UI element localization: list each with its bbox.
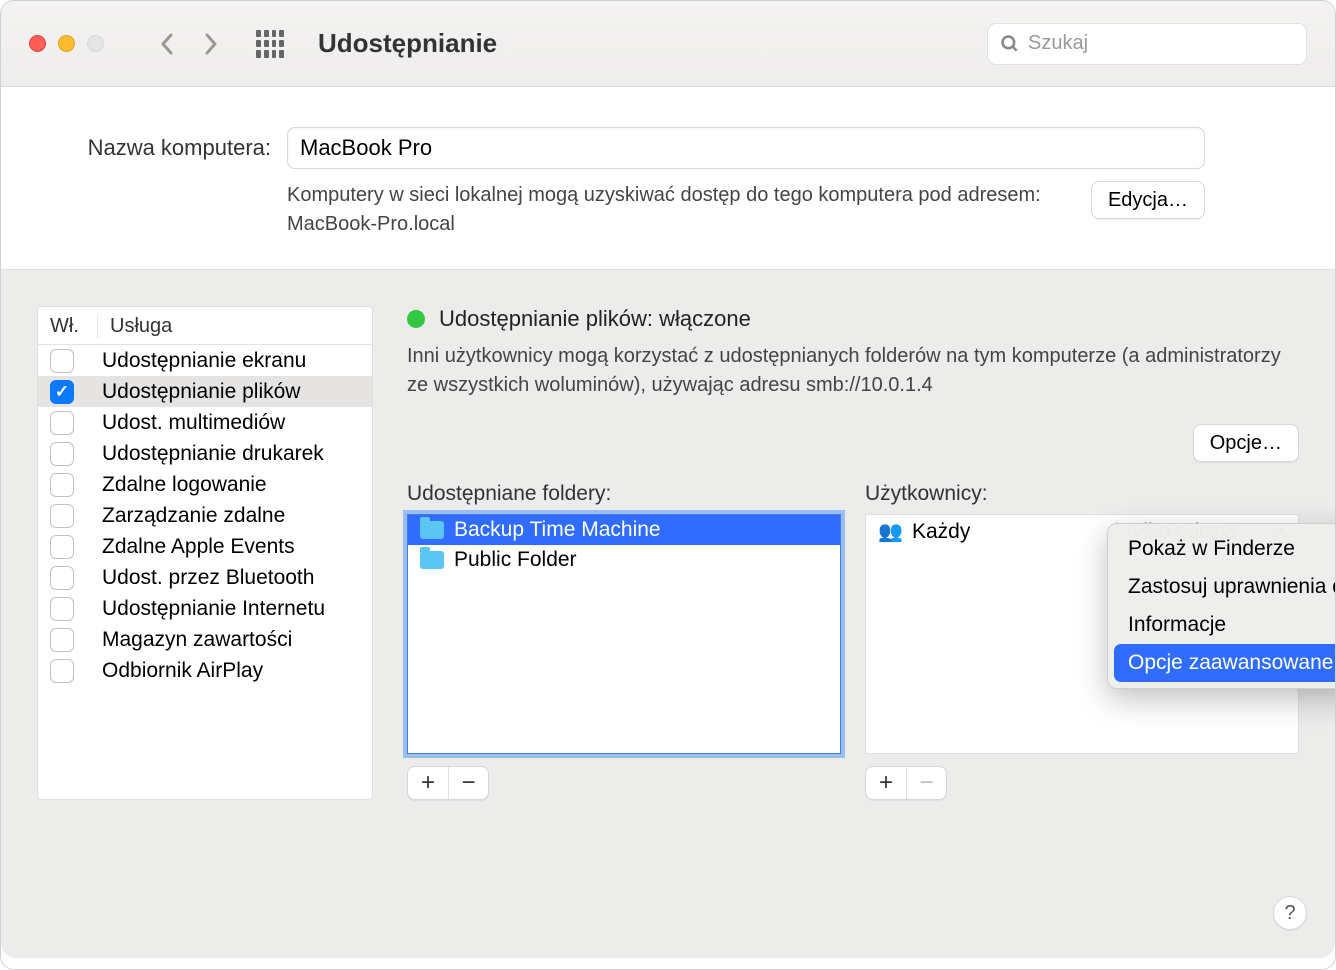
folder-icon bbox=[420, 521, 444, 539]
context-menu-item[interactable]: Informacje bbox=[1114, 606, 1336, 644]
folder-name: Backup Time Machine bbox=[454, 518, 661, 542]
service-checkbox[interactable] bbox=[50, 628, 74, 652]
service-row[interactable]: Udostępnianie ekranu bbox=[38, 345, 372, 376]
status-description: Inni użytkownicy mogą korzystać z udostę… bbox=[407, 342, 1299, 400]
main-content: Wł. Usługa Udostępnianie ekranu Udostępni… bbox=[1, 270, 1335, 828]
shared-folders-label: Udostępniane foldery: bbox=[407, 482, 841, 506]
help-button[interactable]: ? bbox=[1273, 896, 1307, 930]
edit-hostname-button[interactable]: Edycja… bbox=[1091, 181, 1205, 219]
search-icon bbox=[1000, 34, 1020, 54]
shared-folders-list[interactable]: Backup Time Machine Public Folder bbox=[407, 514, 841, 754]
service-label: Odbiornik AirPlay bbox=[102, 659, 263, 683]
service-row[interactable]: Udostępnianie plików bbox=[38, 376, 372, 407]
add-user-button[interactable]: + bbox=[866, 767, 906, 799]
service-label: Magazyn zawartości bbox=[102, 628, 292, 652]
service-row[interactable]: Udost. przez Bluetooth bbox=[38, 562, 372, 593]
page-title: Udostępnianie bbox=[318, 28, 497, 59]
context-menu-item[interactable]: Opcje zaawansowane… bbox=[1114, 644, 1336, 682]
status-indicator-icon bbox=[407, 310, 425, 328]
search-input[interactable] bbox=[1028, 32, 1294, 55]
folder-icon bbox=[420, 551, 444, 569]
remove-folder-button[interactable]: − bbox=[448, 767, 488, 799]
options-button[interactable]: Opcje… bbox=[1193, 424, 1299, 462]
service-checkbox[interactable] bbox=[50, 442, 74, 466]
service-label: Udostępnianie Internetu bbox=[102, 597, 325, 621]
service-row[interactable]: Zdalne logowanie bbox=[38, 469, 372, 500]
service-label: Zdalne Apple Events bbox=[102, 535, 295, 559]
bottom-area: ? bbox=[1, 828, 1335, 958]
services-header: Wł. Usługa bbox=[38, 307, 372, 345]
service-label: Udostępnianie plików bbox=[102, 380, 300, 404]
service-row[interactable]: Odbiornik AirPlay bbox=[38, 655, 372, 686]
users-label: Użytkownicy: bbox=[865, 482, 1299, 506]
service-row[interactable]: Udostępnianie drukarek bbox=[38, 438, 372, 469]
service-row[interactable]: Udostępnianie Internetu bbox=[38, 593, 372, 624]
forward-button[interactable] bbox=[194, 25, 228, 63]
service-row[interactable]: Magazyn zawartości bbox=[38, 624, 372, 655]
sharing-preferences-window: Udostępnianie Nazwa komputera: Komputery… bbox=[0, 0, 1336, 970]
people-icon: 👥 bbox=[878, 519, 902, 544]
service-label: Udost. przez Bluetooth bbox=[102, 566, 314, 590]
service-checkbox[interactable] bbox=[50, 504, 74, 528]
services-table: Wł. Usługa Udostępnianie ekranu Udostępni… bbox=[37, 306, 373, 800]
service-row[interactable]: Udost. multimediów bbox=[38, 407, 372, 438]
computer-name-label: Nazwa komputera: bbox=[71, 135, 271, 161]
show-all-button[interactable] bbox=[256, 30, 284, 58]
window-controls bbox=[29, 35, 104, 52]
service-checkbox[interactable] bbox=[50, 349, 74, 373]
folders-plusminus: + − bbox=[407, 766, 489, 800]
services-header-name: Usługa bbox=[98, 315, 172, 338]
add-folder-button[interactable]: + bbox=[408, 767, 448, 799]
context-menu-item[interactable]: Pokaż w Finderze bbox=[1114, 530, 1336, 568]
service-detail: Udostępnianie plików: włączone Inni użyt… bbox=[407, 306, 1299, 800]
user-name: Każdy bbox=[912, 520, 970, 544]
shared-folder-row[interactable]: Backup Time Machine bbox=[408, 515, 840, 545]
service-label: Udost. multimediów bbox=[102, 411, 285, 435]
status-title: Udostępnianie plików: włączone bbox=[439, 306, 751, 332]
computer-name-section: Nazwa komputera: Komputery w sieci lokal… bbox=[1, 87, 1335, 270]
back-button[interactable] bbox=[150, 25, 184, 63]
service-label: Zarządzanie zdalne bbox=[102, 504, 285, 528]
close-window-button[interactable] bbox=[29, 35, 46, 52]
service-checkbox[interactable] bbox=[50, 411, 74, 435]
titlebar: Udostępnianie bbox=[1, 1, 1335, 87]
computer-name-description: Komputery w sieci lokalnej mogą uzyskiwa… bbox=[287, 181, 1075, 239]
services-header-on: Wł. bbox=[50, 315, 98, 338]
minimize-window-button[interactable] bbox=[58, 35, 75, 52]
service-row[interactable]: Zdalne Apple Events bbox=[38, 531, 372, 562]
service-checkbox[interactable] bbox=[50, 473, 74, 497]
service-checkbox[interactable] bbox=[50, 380, 74, 404]
service-checkbox[interactable] bbox=[50, 566, 74, 590]
service-checkbox[interactable] bbox=[50, 659, 74, 683]
zoom-window-button[interactable] bbox=[87, 35, 104, 52]
computer-name-input[interactable] bbox=[287, 127, 1205, 169]
context-menu: Pokaż w FinderzeZastosuj uprawnienia do … bbox=[1107, 523, 1336, 689]
service-label: Udostępnianie drukarek bbox=[102, 442, 324, 466]
remove-user-button: − bbox=[906, 767, 946, 799]
service-checkbox[interactable] bbox=[50, 535, 74, 559]
context-menu-item[interactable]: Zastosuj uprawnienia do zawartych rzeczy bbox=[1114, 568, 1336, 606]
service-label: Udostępnianie ekranu bbox=[102, 349, 306, 373]
chevron-left-icon bbox=[159, 32, 175, 56]
search-field[interactable] bbox=[987, 23, 1307, 65]
chevron-right-icon bbox=[203, 32, 219, 56]
shared-folder-row[interactable]: Public Folder bbox=[408, 545, 840, 575]
service-label: Zdalne logowanie bbox=[102, 473, 267, 497]
folder-name: Public Folder bbox=[454, 548, 577, 572]
service-row[interactable]: Zarządzanie zdalne bbox=[38, 500, 372, 531]
users-plusminus: + − bbox=[865, 766, 947, 800]
service-checkbox[interactable] bbox=[50, 597, 74, 621]
